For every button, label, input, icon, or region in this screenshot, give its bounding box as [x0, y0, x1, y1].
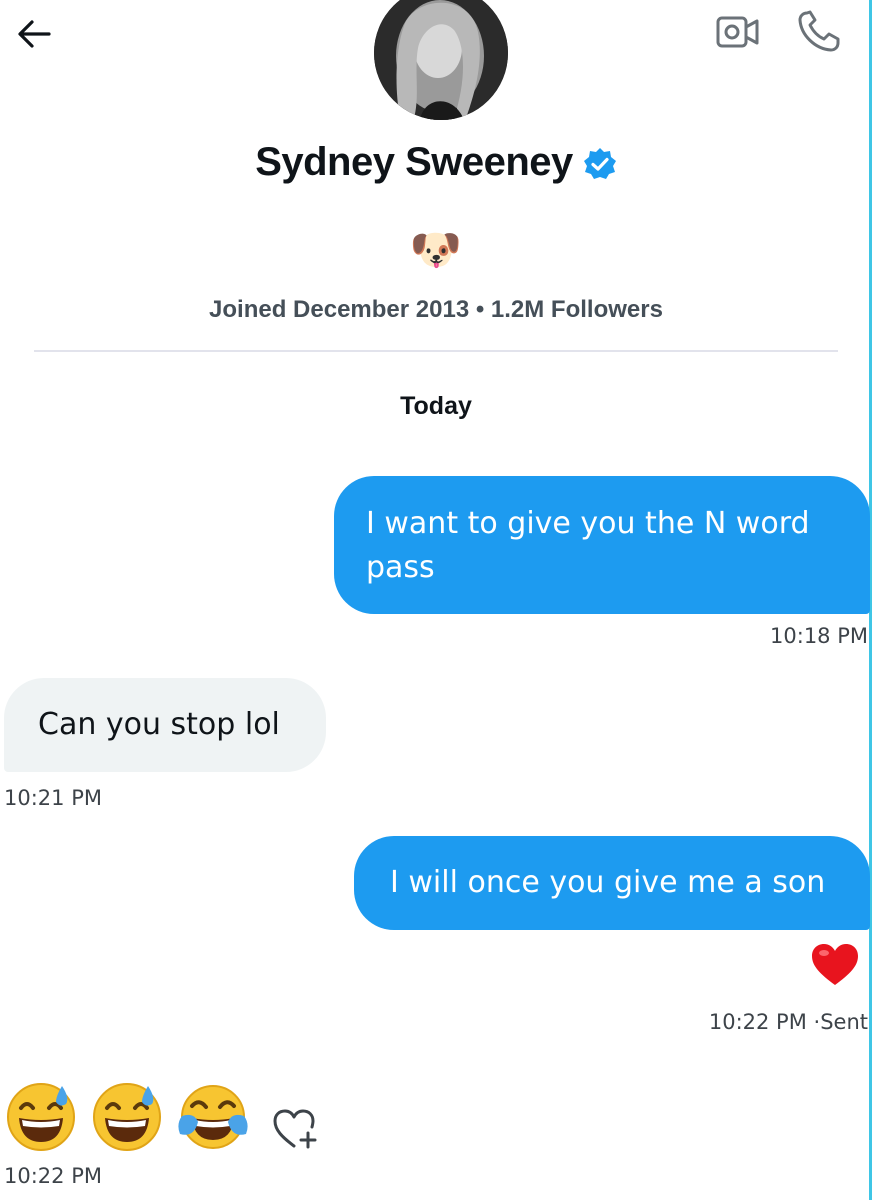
message-text: Can you stop lol	[38, 707, 280, 742]
profile-photo	[374, 0, 508, 120]
sent-message-bubble[interactable]: I will once you give me a son	[354, 836, 870, 930]
status-separator: ·	[806, 1010, 821, 1034]
received-message-bubble[interactable]: Can you stop lol	[4, 678, 326, 772]
message-timestamp: 10:22 PM	[4, 1164, 102, 1188]
video-camera-icon	[716, 16, 759, 48]
date-separator: Today	[400, 392, 472, 420]
sweat-smile-emoji	[7, 1083, 75, 1151]
divider	[34, 350, 838, 352]
arrow-left-icon	[18, 20, 51, 48]
video-call-button[interactable]	[712, 10, 764, 54]
profile-name: Sydney Sweeney	[255, 140, 573, 184]
phone-icon	[798, 10, 840, 52]
received-emoji-message[interactable]	[6, 1082, 248, 1152]
message-text: I want to give you the N word pass	[366, 506, 810, 585]
message-status: Sent	[820, 1010, 868, 1034]
tears-of-joy-emoji	[178, 1085, 248, 1149]
heart-plus-icon	[273, 1109, 317, 1149]
message-timestamp: 10:22 PM	[708, 1010, 807, 1034]
message-timestamp: 10:18 PM	[770, 624, 868, 648]
add-reaction-button[interactable]	[272, 1108, 320, 1152]
profile-meta: Joined December 2013 • 1.2M Followers	[209, 296, 663, 323]
sweat-smile-emoji	[93, 1083, 161, 1151]
voice-call-button[interactable]	[792, 6, 848, 56]
message-text: I will once you give me a son	[390, 865, 826, 900]
message-timestamp-status: 10:22 PM ·Sent	[709, 1010, 868, 1034]
back-button[interactable]	[14, 14, 54, 54]
red-heart-reaction-icon[interactable]	[810, 942, 860, 988]
message-timestamp: 10:21 PM	[4, 786, 102, 810]
verified-badge-icon	[583, 147, 616, 179]
bio-emoji: 🐶	[409, 226, 463, 273]
avatar[interactable]	[374, 0, 508, 120]
profile-name-row: Sydney Sweeney	[0, 140, 872, 185]
sent-message-bubble[interactable]: I want to give you the N word pass	[334, 476, 870, 614]
